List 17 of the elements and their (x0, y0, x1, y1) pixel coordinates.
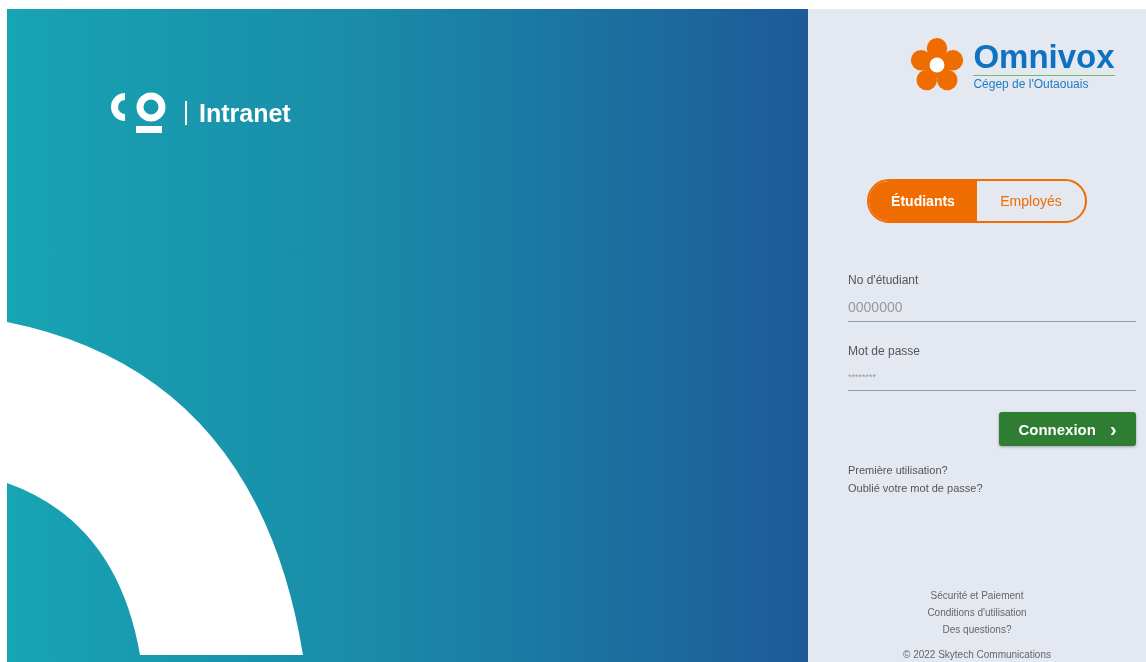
field-label: No d'étudiant (848, 273, 920, 287)
copyright-text: © 2022 Skytech Communications (903, 649, 1051, 660)
brand-subtitle: Cégep de l'Outaouais (973, 77, 1090, 91)
user-type-tab[interactable]: Étudiants (869, 181, 977, 221)
footer-link[interactable]: Conditions d'utilisation (927, 607, 1027, 618)
login-button[interactable]: Connexion › (999, 412, 1136, 446)
footer-link[interactable]: Des questions? (942, 624, 1012, 635)
help-link[interactable]: Première utilisation? (848, 464, 948, 476)
flower-icon (909, 37, 966, 93)
logo-divider (185, 101, 187, 125)
footer-link[interactable]: Sécurité et Paiement (930, 590, 1024, 601)
intranet-title: Intranet (199, 98, 291, 128)
student-number-field[interactable]: 0000000 (848, 295, 1136, 322)
password-field[interactable]: ******** (848, 366, 1136, 391)
field-label: Mot de passe (848, 344, 922, 358)
help-link[interactable]: Oublié votre mot de passe? (848, 482, 983, 494)
brand-name: Omnivox (973, 39, 1115, 76)
